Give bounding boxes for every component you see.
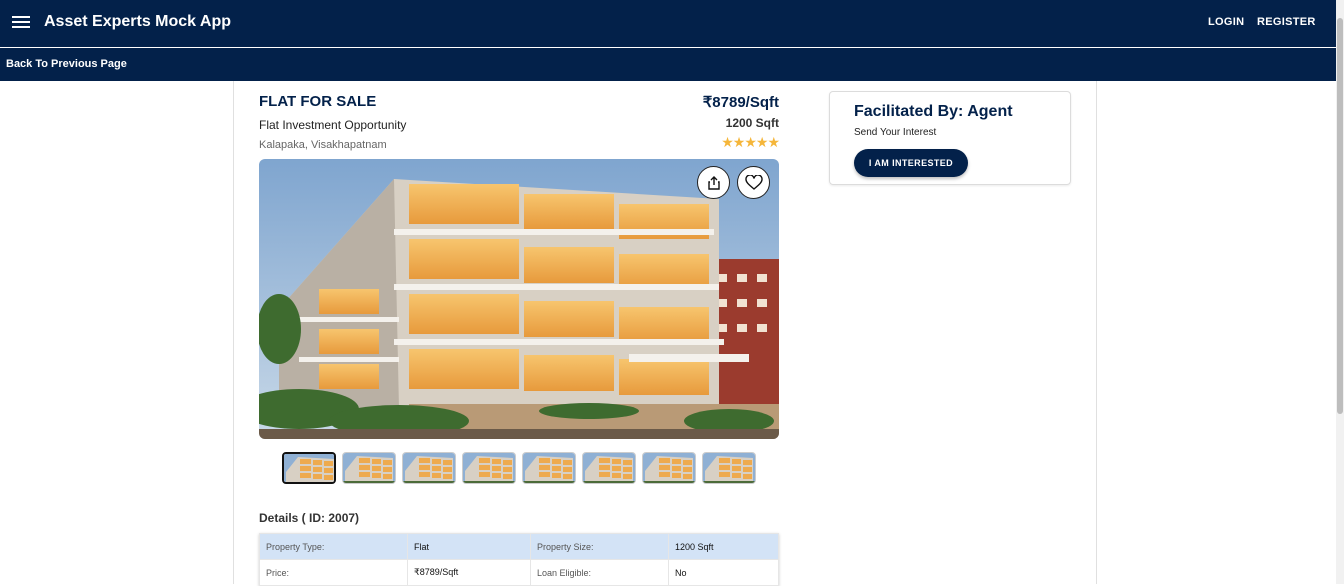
table-row: Property Type: Flat Property Size: 1200 … bbox=[259, 533, 779, 560]
menu-icon[interactable] bbox=[12, 14, 30, 30]
heart-icon[interactable] bbox=[737, 166, 770, 199]
thumbnail-image[interactable] bbox=[342, 452, 396, 484]
thumbnail-image[interactable] bbox=[702, 452, 756, 484]
table-cell-label: Loan Eligible: bbox=[530, 559, 669, 586]
thumbnail-image[interactable] bbox=[402, 452, 456, 484]
table-cell-value: 1200 Sqft bbox=[668, 533, 779, 560]
table-cell-label: Property Type: bbox=[259, 533, 408, 560]
thumbnail-image[interactable] bbox=[462, 452, 516, 484]
table-cell-label: Price: bbox=[259, 559, 408, 586]
agent-subtitle: Send Your Interest bbox=[854, 127, 937, 138]
thumbnail-image[interactable] bbox=[282, 452, 336, 484]
table-cell-value: ₹8789/Sqft bbox=[407, 559, 531, 586]
property-size: 1200 Sqft bbox=[725, 116, 779, 130]
thumbnail-strip bbox=[282, 452, 756, 484]
scrollbar[interactable] bbox=[1336, 0, 1344, 584]
agent-card: Facilitated By: Agent Send Your Interest… bbox=[829, 91, 1071, 185]
property-price: ₹8789/Sqft bbox=[702, 94, 779, 111]
table-cell-value: Flat bbox=[407, 533, 531, 560]
agent-title: Facilitated By: Agent bbox=[854, 103, 1013, 120]
thumbnail-image[interactable] bbox=[582, 452, 636, 484]
login-button[interactable]: LOGIN bbox=[1208, 16, 1244, 28]
table-cell-label: Property Size: bbox=[530, 533, 669, 560]
table-cell-value: No bbox=[668, 559, 779, 586]
table-row: Price: ₹8789/Sqft Loan Eligible: No bbox=[259, 559, 779, 586]
thumbnail-image[interactable] bbox=[522, 452, 576, 484]
property-location: Kalapaka, Visakhapatnam bbox=[259, 139, 387, 151]
back-link[interactable]: Back To Previous Page bbox=[6, 58, 127, 70]
sub-bar: Back To Previous Page bbox=[0, 48, 1336, 81]
property-title: FLAT FOR SALE bbox=[259, 93, 377, 110]
app-bar: Asset Experts Mock App LOGIN REGISTER bbox=[0, 0, 1336, 47]
property-subtitle: Flat Investment Opportunity bbox=[259, 118, 407, 132]
property-main-image[interactable] bbox=[259, 159, 779, 439]
rating-stars: ★★★★★ bbox=[721, 134, 780, 150]
app-title: Asset Experts Mock App bbox=[44, 13, 232, 30]
details-heading: Details ( ID: 2007) bbox=[259, 511, 360, 525]
scrollbar-thumb[interactable] bbox=[1337, 18, 1343, 414]
details-table: Property Type: Flat Property Size: 1200 … bbox=[259, 533, 779, 586]
share-icon[interactable] bbox=[697, 166, 730, 199]
register-button[interactable]: REGISTER bbox=[1257, 16, 1316, 28]
thumbnail-image[interactable] bbox=[642, 452, 696, 484]
interested-button[interactable]: I AM INTERESTED bbox=[854, 149, 968, 177]
